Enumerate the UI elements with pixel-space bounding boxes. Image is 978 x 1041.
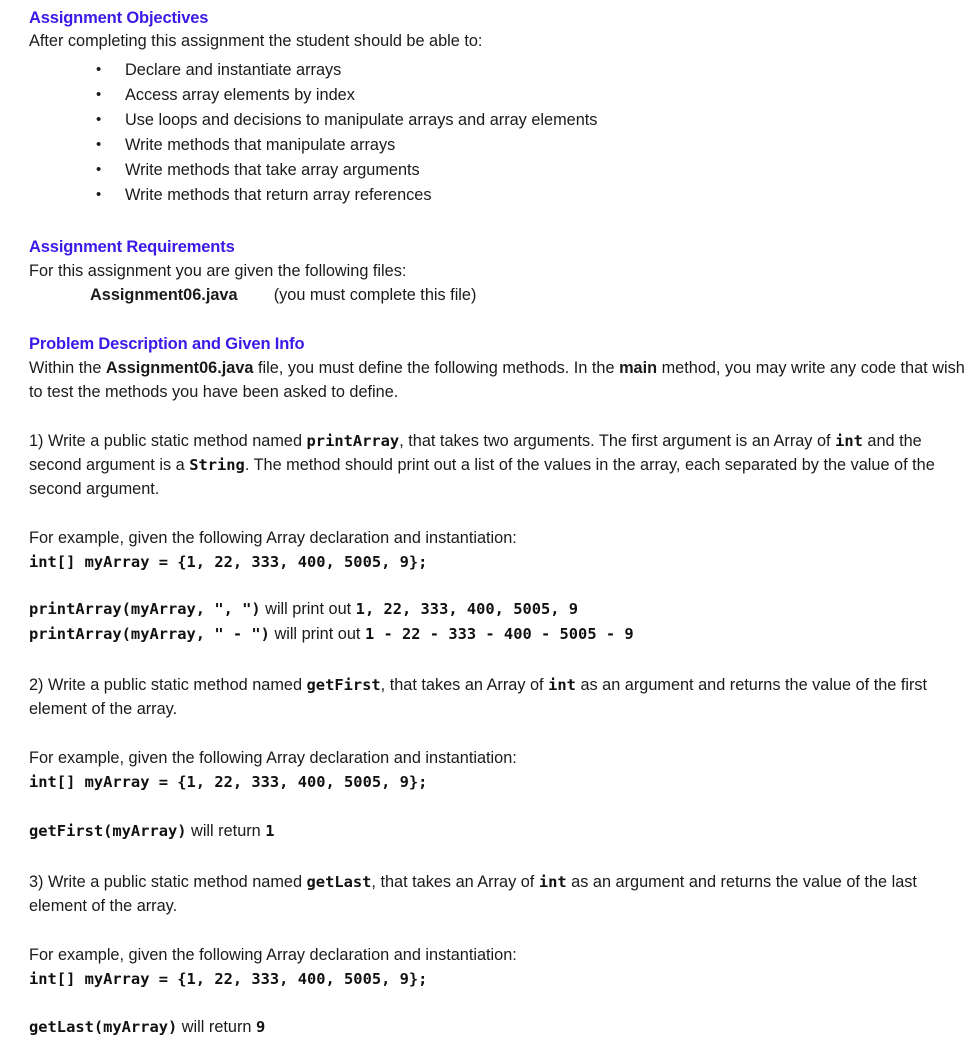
- task-2-call-0: getFirst(myArray): [29, 821, 187, 840]
- bullet-icon: •: [96, 60, 102, 78]
- problem-intro-file: Assignment06.java: [105, 358, 254, 377]
- problem-description-heading: Problem Description and Given Info: [29, 335, 305, 354]
- task-3-result-0: 9: [255, 1018, 266, 1037]
- task-1-call-0: printArray(myArray, ", "): [29, 599, 261, 618]
- task-3-desc-part1: Write a public static method named: [43, 872, 307, 891]
- task-2-call-row: getFirst(myArray) will return 1: [29, 819, 972, 844]
- list-item: • Write methods that return array refere…: [29, 183, 972, 208]
- task-1-desc-part1: Write a public static method named: [43, 431, 307, 450]
- task-3-description: 3) Write a public static method named ge…: [29, 870, 972, 919]
- task-2-method-name: getFirst: [306, 676, 381, 695]
- problem-intro-part1: Within the: [29, 358, 106, 377]
- task-2-type-int: int: [548, 676, 576, 695]
- task-1-type-string: String: [189, 455, 245, 474]
- task-1-number: 1): [29, 431, 44, 450]
- list-item-label: Access array elements by index: [125, 85, 355, 104]
- bullet-icon: •: [96, 186, 102, 204]
- bullet-icon: •: [96, 161, 102, 179]
- task-3-declaration: int[] myArray = {1, 22, 333, 400, 5005, …: [29, 969, 428, 988]
- problem-description-intro: Within the Assignment06.java file, you m…: [29, 356, 972, 405]
- given-file-note: (you must complete this file): [273, 285, 477, 304]
- given-file-spacer: [238, 286, 274, 304]
- list-item-label: Declare and instantiate arrays: [125, 60, 342, 79]
- task-2-number: 2): [29, 676, 44, 695]
- task-1-desc-part2: , that takes two arguments. The first ar…: [399, 431, 836, 450]
- list-item: • Write methods that manipulate arrays: [29, 133, 972, 158]
- task-2-example-intro: For example, given the following Array d…: [29, 748, 517, 767]
- objectives-list: • Declare and instantiate arrays • Acces…: [29, 58, 972, 209]
- task-3-type-int: int: [538, 872, 567, 891]
- task-2-description: 2) Write a public static method named ge…: [29, 673, 972, 722]
- list-item: • Use loops and decisions to manipulate …: [29, 108, 972, 133]
- task-1-type-int: int: [835, 431, 863, 450]
- task-1-description: 1) Write a public static method named pr…: [29, 429, 972, 502]
- task-2-desc-part1: Write a public static method named: [43, 676, 307, 695]
- document-body: Assignment Objectives After completing t…: [0, 0, 978, 1041]
- task-2-desc-part2: , that takes an Array of: [380, 676, 549, 695]
- task-1-method-name: printArray: [306, 431, 400, 450]
- task-3-desc-part2: , that takes an Array of: [371, 872, 539, 891]
- objectives-intro: After completing this assignment the stu…: [29, 32, 483, 51]
- task-1-call-row: printArray(myArray, " - ") will print ou…: [29, 622, 972, 647]
- task-1-connector-1: will print out: [269, 624, 365, 643]
- given-file-name: Assignment06.java: [90, 285, 238, 304]
- task-3-example-intro: For example, given the following Array d…: [29, 945, 517, 964]
- assignment-objectives-heading: Assignment Objectives: [29, 9, 209, 27]
- list-item-label: Write methods that return array referenc…: [125, 186, 432, 205]
- requirements-intro: For this assignment you are given the fo…: [29, 261, 407, 280]
- task-3-connector-0: will return: [177, 1018, 256, 1037]
- problem-intro-part2: file, you must define the following meth…: [253, 358, 620, 377]
- problem-intro-main: main: [619, 358, 658, 377]
- bullet-icon: •: [96, 85, 102, 103]
- list-item-label: Write methods that take array arguments: [125, 161, 420, 180]
- task-3-call-0: getLast(myArray): [29, 1018, 178, 1037]
- task-2-result-0: 1: [265, 821, 275, 840]
- list-item-label: Write methods that manipulate arrays: [125, 135, 396, 154]
- list-item: • Write methods that take array argument…: [29, 158, 972, 183]
- task-1-result-0: 1, 22, 333, 400, 5005, 9: [355, 599, 579, 618]
- given-file-row: Assignment06.java (you must complete thi…: [29, 283, 972, 307]
- task-2-declaration: int[] myArray = {1, 22, 333, 400, 5005, …: [29, 773, 428, 792]
- task-2-connector-0: will return: [186, 821, 266, 840]
- bullet-icon: •: [96, 110, 102, 128]
- document-page: Assignment Objectives After completing t…: [0, 0, 978, 1036]
- task-3-method-name: getLast: [306, 872, 372, 891]
- bullet-icon: •: [96, 135, 102, 153]
- list-item-label: Use loops and decisions to manipulate ar…: [125, 110, 598, 129]
- task-3-call-row: getLast(myArray) will return 9: [29, 1015, 972, 1040]
- task-1-declaration: int[] myArray = {1, 22, 333, 400, 5005, …: [29, 553, 428, 572]
- task-1-call-row: printArray(myArray, ", ") will print out…: [29, 597, 972, 622]
- task-1-connector-0: will print out: [260, 599, 356, 618]
- task-3-number: 3): [29, 872, 44, 891]
- task-1-result-1: 1 - 22 - 333 - 400 - 5005 - 9: [364, 624, 634, 643]
- list-item: • Declare and instantiate arrays: [29, 58, 972, 83]
- assignment-requirements-heading: Assignment Requirements: [29, 238, 235, 257]
- task-1-example-intro: For example, given the following Array d…: [29, 528, 517, 547]
- task-1-call-1: printArray(myArray, " - "): [29, 624, 270, 643]
- list-item: • Access array elements by index: [29, 83, 972, 108]
